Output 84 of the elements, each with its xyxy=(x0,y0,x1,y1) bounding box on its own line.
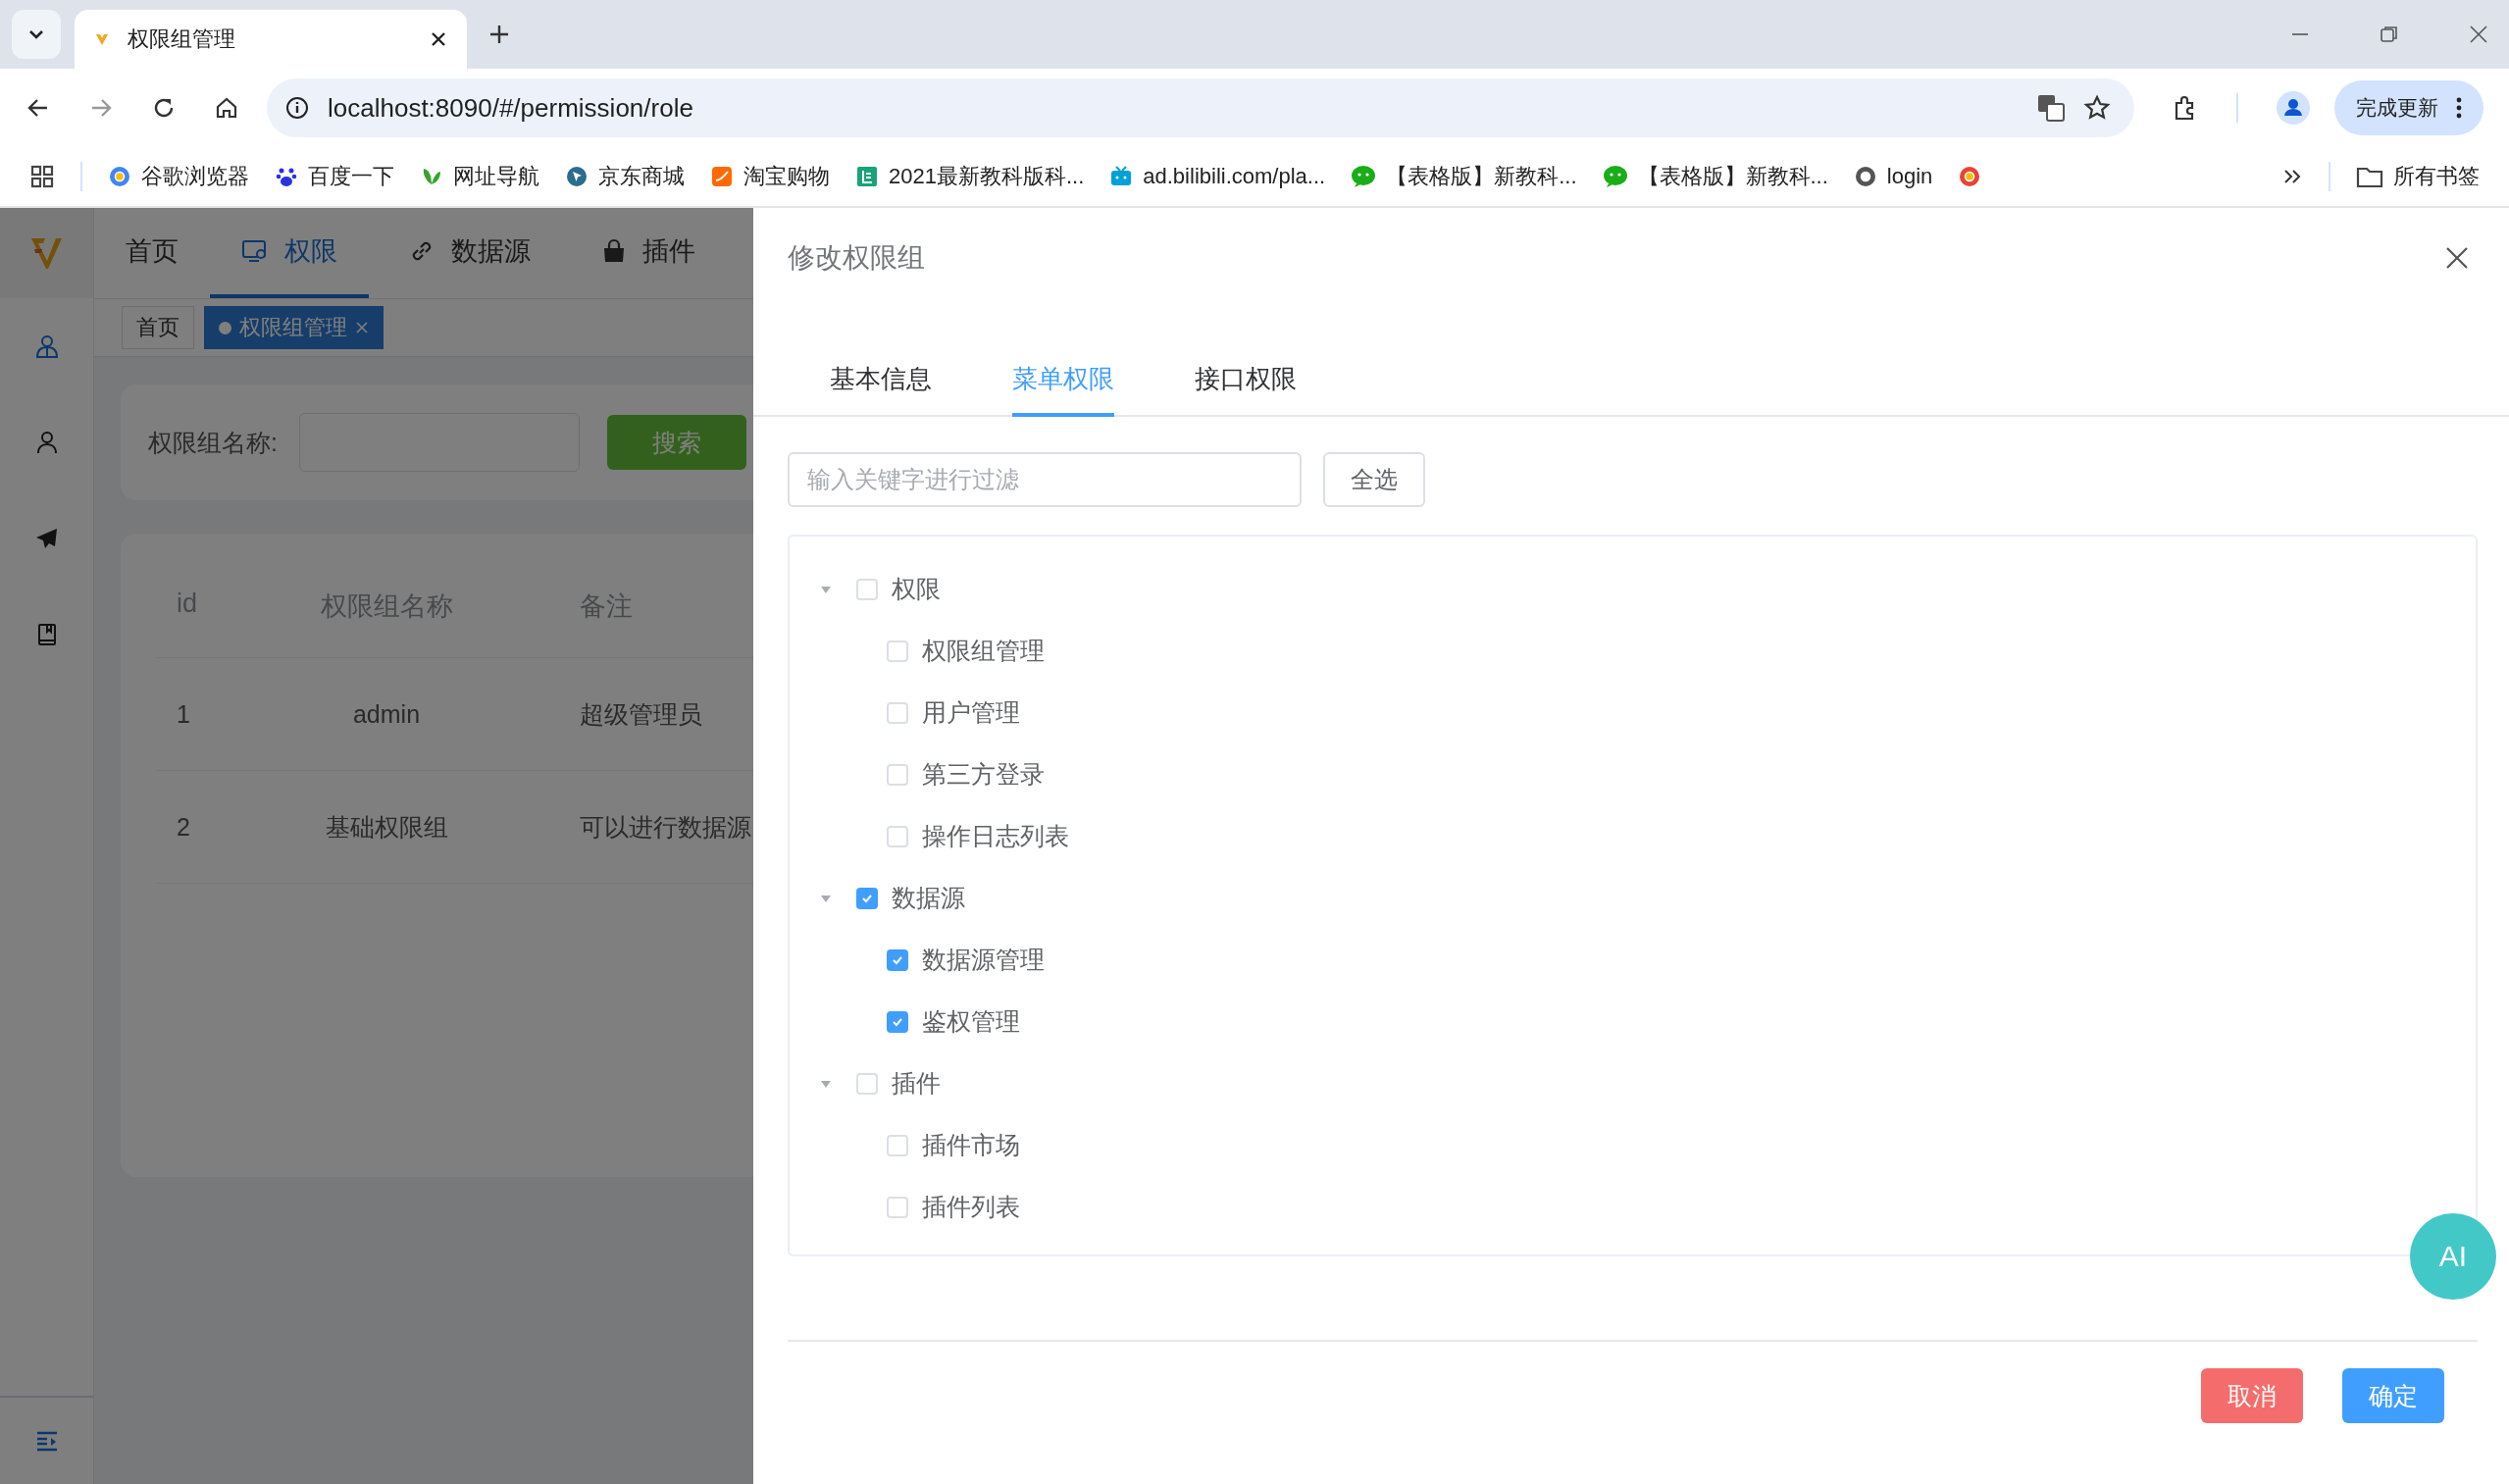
browser-tab[interactable]: 权限组管理 xyxy=(75,10,467,69)
bookmark-label[interactable]: ad.bilibili.com/pla... xyxy=(1143,164,1326,189)
bookmark-label[interactable]: 淘宝购物 xyxy=(743,162,830,191)
tree-label[interactable]: 用户管理 xyxy=(922,696,1020,729)
bookmark[interactable]: 网址导航 xyxy=(420,162,539,191)
bookmark-label[interactable]: 网址导航 xyxy=(453,162,539,191)
tree-label[interactable]: 插件列表 xyxy=(922,1191,1020,1223)
nav-tab[interactable]: 首页 xyxy=(94,208,210,298)
tab[interactable]: 接口权限 xyxy=(1195,344,1297,417)
bookmark[interactable]: login xyxy=(1853,164,1933,189)
cursor-icon[interactable] xyxy=(565,165,589,188)
bookmark-label[interactable]: 【表格版】新教科... xyxy=(1386,162,1577,191)
address-bar[interactable]: localhost:8090/#/permission/role xyxy=(267,78,2134,137)
bookmark-label[interactable]: 京东商城 xyxy=(598,162,685,191)
tab-list-button[interactable] xyxy=(12,10,61,59)
table-cell-text: 超级管理员 xyxy=(580,698,702,730)
chat-icon[interactable] xyxy=(1602,165,1628,188)
url-text: localhost:8090/#/permission/role xyxy=(328,92,693,124)
all-bookmarks-label[interactable]: 所有书签 xyxy=(2393,162,2480,191)
bookmark[interactable]: 【表格版】新教科... xyxy=(1351,162,1577,191)
profile-icon[interactable] xyxy=(2276,90,2311,126)
drawer-title: 修改权限组 xyxy=(788,241,925,275)
more-icon[interactable] xyxy=(2456,97,2462,119)
tree-label[interactable]: 插件市场 xyxy=(922,1129,1020,1161)
folder-icon[interactable] xyxy=(2356,165,2383,188)
translate-icon[interactable] xyxy=(2036,93,2066,123)
chat-icon[interactable] xyxy=(1351,165,1377,188)
book-icon[interactable] xyxy=(855,165,879,188)
monitor-icon xyxy=(241,238,269,264)
home-icon[interactable] xyxy=(214,95,239,121)
tv-icon[interactable] xyxy=(1109,165,1134,188)
search-label: 权限组名称: xyxy=(148,427,278,458)
shop-icon[interactable] xyxy=(710,165,734,188)
ring-icon[interactable] xyxy=(1958,165,1982,188)
bookmark[interactable]: ad.bilibili.com/pla... xyxy=(1109,164,1326,189)
bookmark-label[interactable]: 百度一下 xyxy=(308,162,394,191)
tree-label[interactable]: 数据源 xyxy=(892,882,965,914)
star-icon[interactable] xyxy=(2083,94,2111,122)
checkbox[interactable] xyxy=(887,948,908,971)
tree-label[interactable]: 第三方登录 xyxy=(922,758,1045,791)
bookmark-label[interactable]: login xyxy=(1886,164,1933,189)
browser-icon[interactable] xyxy=(108,165,131,188)
restore-icon[interactable] xyxy=(2379,24,2400,45)
filter-input[interactable]: 输入关键字进行过滤 xyxy=(788,452,1302,507)
tab-title: 权限组管理 xyxy=(128,26,236,53)
table-cell-text: 2 xyxy=(176,812,191,842)
tree-label[interactable]: 插件 xyxy=(892,1067,941,1100)
logo-icon xyxy=(94,31,110,47)
dot-icon xyxy=(219,321,231,334)
bag-icon xyxy=(601,238,627,264)
globe-icon[interactable] xyxy=(1853,165,1877,188)
close-icon[interactable] xyxy=(2444,245,2470,271)
tab[interactable]: 基本信息 xyxy=(830,344,932,417)
bookmark[interactable]: 京东商城 xyxy=(565,162,685,191)
bookmark[interactable]: 谷歌浏览器 xyxy=(108,162,249,191)
close-tab-icon[interactable] xyxy=(430,30,447,48)
logo-icon xyxy=(28,235,65,271)
tree-label[interactable]: 操作日志列表 xyxy=(922,820,1069,852)
bookmark[interactable]: 淘宝购物 xyxy=(710,162,830,191)
info-icon xyxy=(284,95,310,121)
new-tab-icon[interactable] xyxy=(488,24,510,45)
user-group-icon[interactable] xyxy=(33,333,60,359)
apps-icon[interactable] xyxy=(29,164,55,189)
nav-tab[interactable]: 插件 xyxy=(570,208,727,298)
table-cell-text: 基础权限组 xyxy=(324,811,449,843)
collapse-menu-icon[interactable] xyxy=(34,1430,59,1452)
close-window-icon[interactable] xyxy=(2468,24,2489,45)
select-all-button[interactable]: 全选 xyxy=(1323,452,1425,507)
checkbox[interactable] xyxy=(856,887,878,909)
tree-label[interactable]: 权限 xyxy=(892,573,941,605)
bookmark-label[interactable]: 【表格版】新教科... xyxy=(1637,162,1828,191)
bookmark[interactable]: 百度一下 xyxy=(275,162,394,191)
page-tag[interactable]: 首页 xyxy=(122,306,194,349)
tree-label[interactable]: 权限组管理 xyxy=(922,635,1045,667)
checkbox[interactable] xyxy=(887,1010,908,1033)
table-cell-text: 可以进行数据源 xyxy=(580,811,751,843)
bookmark[interactable]: 【表格版】新教科... xyxy=(1602,162,1828,191)
table-cell-text: 1 xyxy=(176,699,191,729)
bookmark-label[interactable]: 谷歌浏览器 xyxy=(141,162,249,191)
tree-label[interactable]: 数据源管理 xyxy=(922,944,1045,976)
table-cell-text: admin xyxy=(351,699,422,729)
tree-label[interactable]: 鉴权管理 xyxy=(922,1005,1020,1038)
update-button[interactable]: 完成更新 xyxy=(2334,80,2483,135)
nav-tab[interactable]: 数据源 xyxy=(369,208,570,298)
